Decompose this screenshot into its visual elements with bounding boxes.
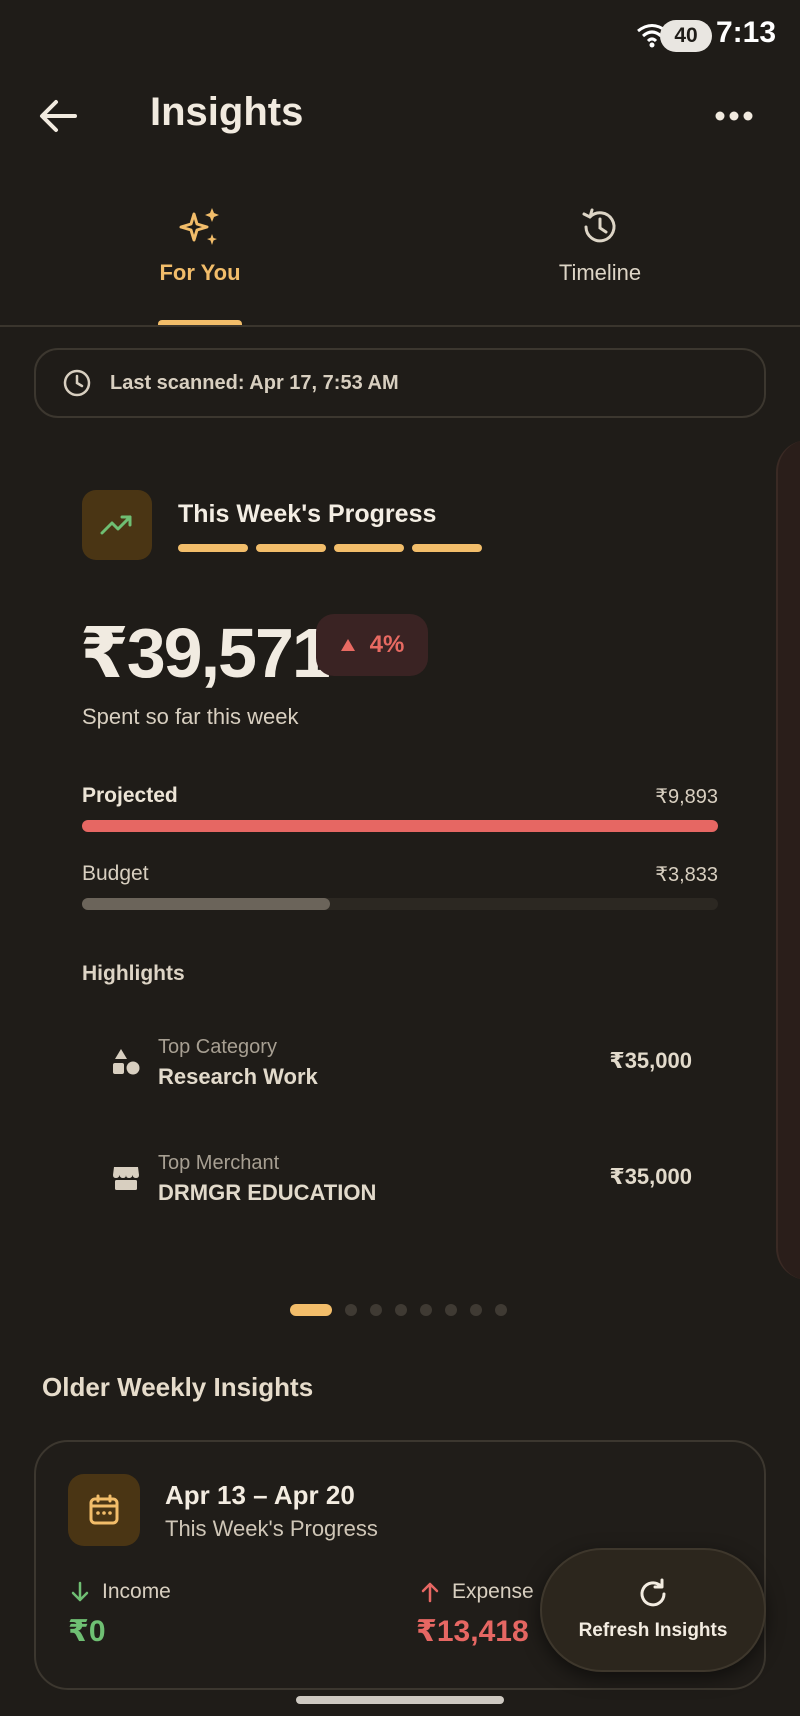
card-pager[interactable] (290, 1304, 507, 1316)
spent-subtitle: Spent so far this week (82, 704, 299, 729)
change-value: 4% (369, 631, 405, 658)
status-bar: 40 7:13 (0, 0, 800, 72)
expense-label: Expense (452, 1580, 534, 1603)
highlight-kicker: Top Category (158, 1036, 277, 1058)
pager-dot[interactable] (345, 1304, 357, 1316)
history-icon (582, 208, 616, 243)
refresh-icon (640, 1578, 666, 1607)
last-scanned-banner: Last scanned: Apr 17, 7:53 AM (34, 348, 766, 418)
tab-timeline[interactable]: Timeline (490, 206, 710, 326)
spent-amount: ₹39,571 (80, 614, 331, 692)
budget-label: Budget (82, 862, 149, 885)
income-value: ₹0 (68, 1615, 106, 1648)
more-horizontal-icon (715, 111, 753, 121)
arrow-down-icon (71, 1581, 89, 1602)
tab-for-you[interactable]: For You (90, 206, 310, 326)
projected-value: ₹9,893 (655, 786, 718, 808)
shapes-icon (108, 1044, 144, 1080)
tab-divider (0, 325, 800, 327)
projected-label: Projected (82, 784, 178, 807)
tab-label: Timeline (558, 260, 642, 285)
pager-dot[interactable] (290, 1304, 332, 1316)
highlight-top-category[interactable]: Top Category Research Work ₹35,000 (82, 1024, 718, 1100)
week-subtitle: This Week's Progress (165, 1516, 378, 1541)
progress-segment (178, 544, 248, 552)
budget-bar-fill (82, 898, 330, 910)
projected-bar (82, 820, 718, 832)
triangle-up-icon (340, 639, 355, 651)
highlight-title: DRMGR EDUCATION (158, 1180, 377, 1205)
calendar-icon (89, 1494, 119, 1525)
budget-value: ₹3,833 (655, 864, 718, 886)
more-options-button[interactable] (700, 88, 768, 144)
pager-dot[interactable] (495, 1304, 507, 1316)
back-button[interactable] (28, 88, 88, 144)
pager-dot[interactable] (370, 1304, 382, 1316)
highlight-amount: ₹35,000 (609, 1048, 692, 1073)
pager-dot[interactable] (420, 1304, 432, 1316)
pager-dot[interactable] (470, 1304, 482, 1316)
tab-label: For You (159, 260, 241, 285)
change-badge: 4% (316, 614, 428, 676)
sparkles-icon (179, 208, 219, 245)
calendar-tile (68, 1474, 140, 1546)
clock-icon (63, 369, 91, 397)
refresh-label: Refresh Insights (578, 1620, 728, 1641)
expense-label-row: Expense (420, 1580, 534, 1604)
income-label-row: Income (70, 1580, 171, 1604)
arrow-left-icon (40, 100, 77, 132)
card-title: This Week's Progress (178, 500, 437, 528)
progress-segment (412, 544, 482, 552)
battery-indicator: 40 (660, 20, 712, 52)
highlight-kicker: Top Merchant (158, 1152, 280, 1174)
trend-tile (82, 490, 152, 560)
highlight-top-merchant[interactable]: Top Merchant DRMGR EDUCATION ₹35,000 (82, 1140, 718, 1216)
highlights-heading: Highlights (82, 962, 185, 985)
week-range: Apr 13 – Apr 20 (165, 1480, 355, 1510)
page-title: Insights (150, 90, 304, 134)
highlight-amount: ₹35,000 (609, 1164, 692, 1189)
trending-up-icon (100, 515, 132, 535)
next-card-peek[interactable] (776, 440, 800, 1280)
status-time: 7:13 (715, 16, 776, 49)
income-label: Income (102, 1580, 171, 1603)
refresh-insights-button[interactable]: Refresh Insights (540, 1548, 766, 1672)
older-insights-heading: Older Weekly Insights (42, 1372, 314, 1402)
highlight-title: Research Work (158, 1064, 318, 1089)
home-indicator[interactable] (296, 1696, 504, 1704)
pager-dot[interactable] (445, 1304, 457, 1316)
story-progress-segments (178, 544, 482, 552)
last-scanned-text: Last scanned: Apr 17, 7:53 AM (110, 371, 399, 394)
store-icon (108, 1160, 144, 1196)
progress-segment (256, 544, 326, 552)
expense-value: ₹13,418 (416, 1615, 529, 1648)
arrow-up-icon (421, 1582, 439, 1603)
progress-segment (334, 544, 404, 552)
pager-dot[interactable] (395, 1304, 407, 1316)
